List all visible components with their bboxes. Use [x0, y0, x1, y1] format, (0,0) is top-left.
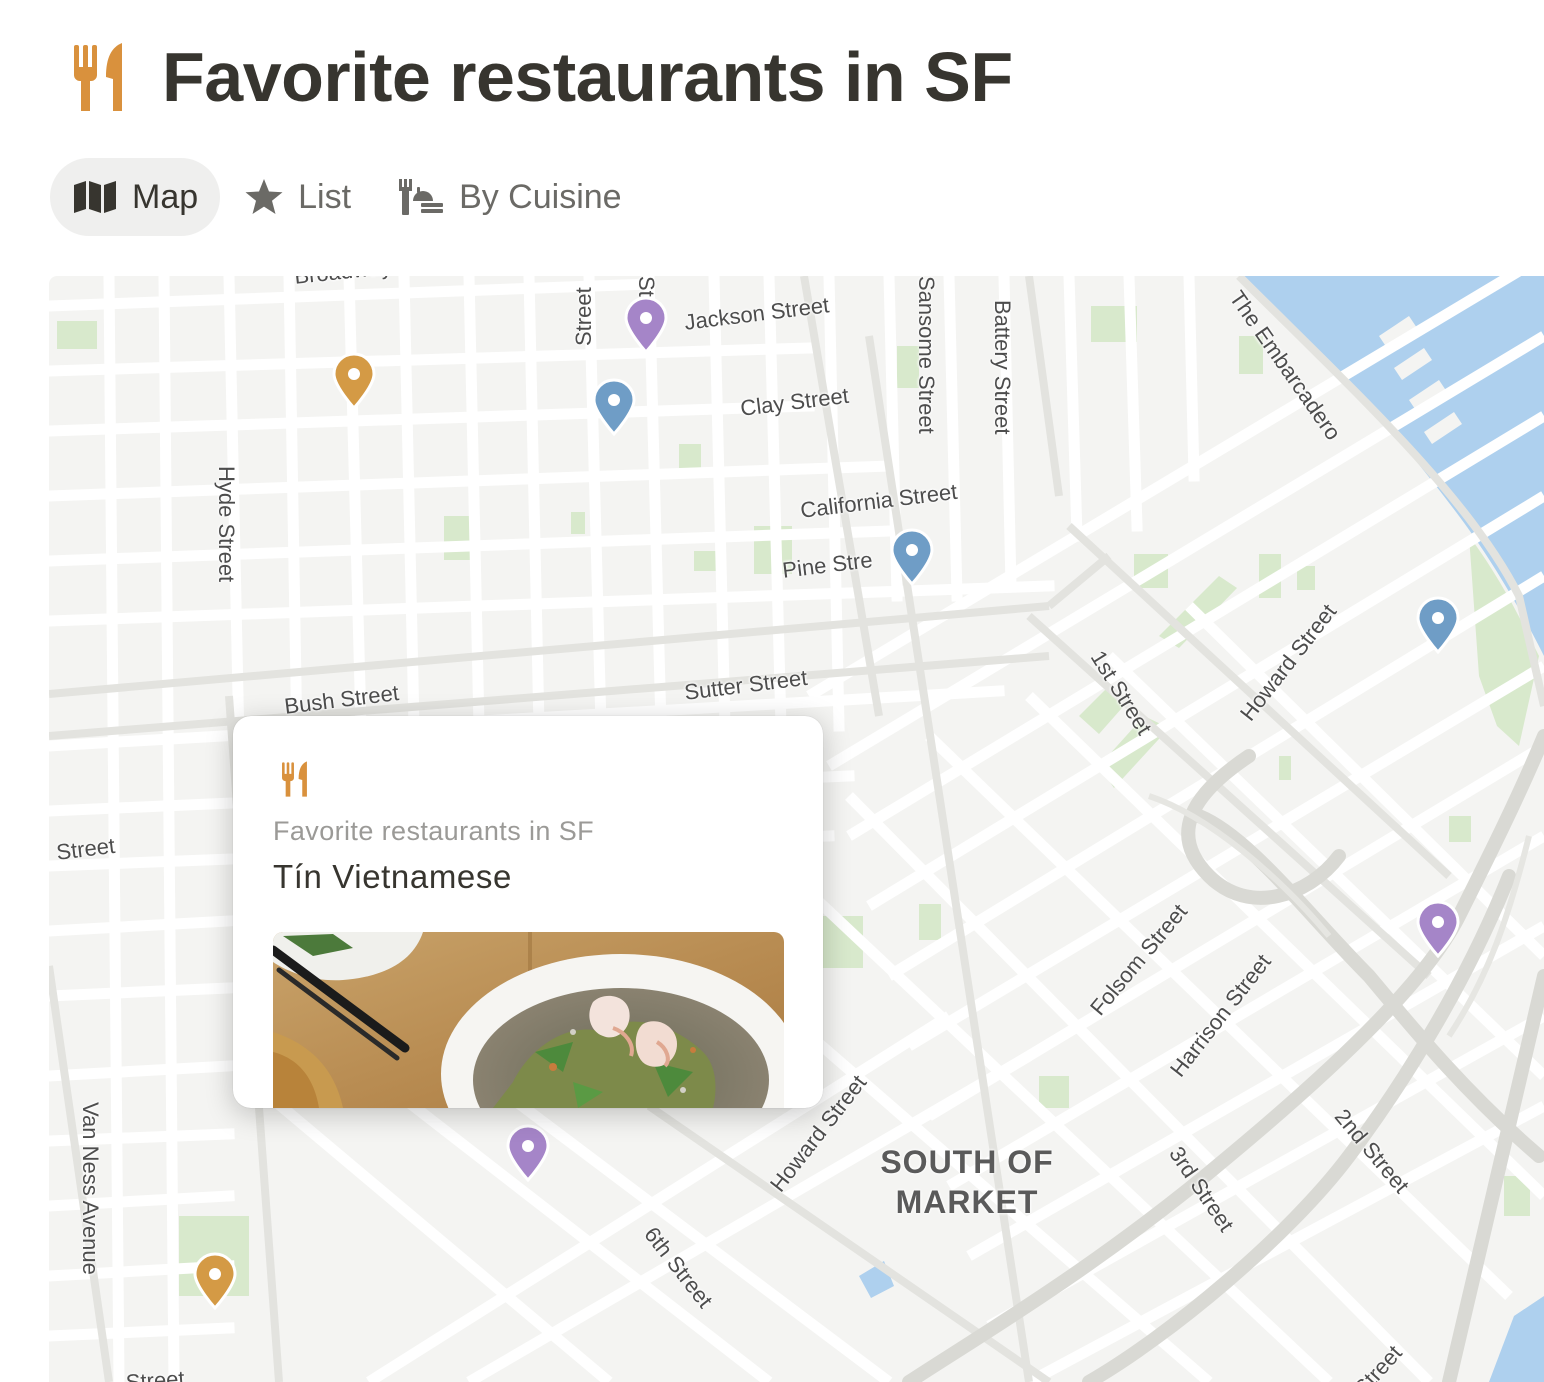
tab-list-label: List: [298, 177, 352, 216]
food-photo: [273, 932, 784, 1108]
map-pin-gold[interactable]: [192, 1252, 238, 1310]
map-pin-purple[interactable]: [1415, 900, 1461, 958]
tab-list[interactable]: List: [222, 158, 373, 236]
tab-by-cuisine[interactable]: By Cuisine: [375, 158, 644, 236]
fork-knife-icon: [72, 41, 126, 113]
district-line-2: MARKET: [895, 1184, 1039, 1220]
map-pin-purple[interactable]: [505, 1124, 551, 1182]
street-label: Street: [571, 287, 596, 346]
fork-knife-icon: [281, 760, 309, 803]
map-pin-blue[interactable]: [591, 378, 637, 436]
page-title: Favorite restaurants in SF: [162, 38, 1013, 116]
map-pin-gold[interactable]: [331, 352, 377, 410]
page-header: Favorite restaurants in SF: [72, 32, 1013, 122]
tab-by-cuisine-label: By Cuisine: [459, 177, 622, 216]
street-label: Street: [125, 1365, 186, 1382]
street-label: Sansome Street: [914, 276, 939, 434]
restaurant-popup-card[interactable]: Favorite restaurants in SF Tín Vietnames…: [233, 716, 823, 1108]
street-label: Hyde Street: [214, 466, 239, 583]
district-line-1: SOUTH OF: [880, 1144, 1054, 1180]
popup-database-name: Favorite restaurants in SF: [273, 816, 595, 846]
map-pin-blue[interactable]: [889, 528, 935, 586]
map-pin-blue[interactable]: [1415, 596, 1461, 654]
map-icon: [72, 180, 118, 214]
tab-map[interactable]: Map: [50, 158, 221, 236]
map-pin-purple[interactable]: [623, 296, 669, 354]
star-icon: [244, 177, 284, 217]
street-label: Van Ness Avenue: [78, 1102, 103, 1275]
table-cuisine-icon: [397, 177, 445, 217]
tab-map-label: Map: [132, 177, 199, 216]
street-label: Battery Street: [990, 300, 1015, 435]
view-tabs: Map List By Cuisine: [50, 158, 646, 236]
district-label: SOUTH OF MARKET: [877, 1142, 1057, 1222]
popup-restaurant-name: Tín Vietnamese: [273, 858, 512, 895]
